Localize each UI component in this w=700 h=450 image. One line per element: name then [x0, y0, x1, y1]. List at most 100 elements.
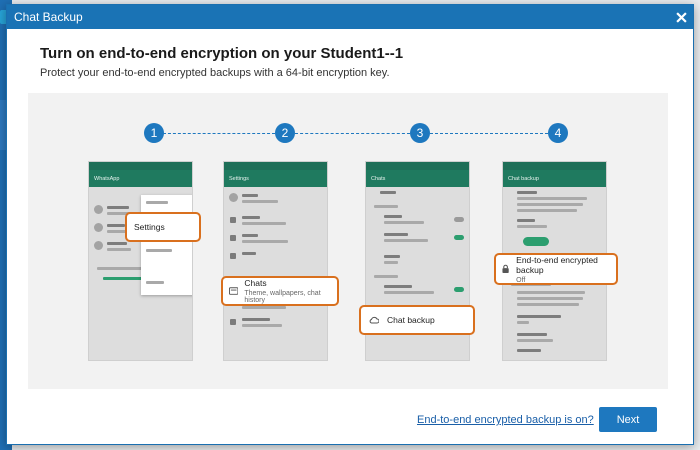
instruction-panel: 1 2 3 4 WhatsApp Settings Settings Chats…	[28, 93, 668, 389]
list-item	[242, 200, 278, 203]
page-title: Turn on end-to-end encryption on your St…	[40, 45, 404, 62]
list-item	[107, 242, 127, 245]
list-item	[384, 239, 428, 242]
toggle-switch	[454, 217, 464, 222]
phone-status-bar	[503, 162, 606, 170]
toggle-switch	[454, 235, 464, 240]
chat-backup-callout: Chat backup	[359, 305, 475, 335]
avatar	[229, 193, 238, 202]
step-connector	[295, 133, 410, 134]
list-item	[384, 261, 398, 264]
avatar	[94, 241, 103, 250]
list-item	[384, 221, 424, 224]
callout-subtitle: Off	[516, 276, 526, 284]
menu-item	[146, 281, 164, 284]
list-item	[242, 252, 256, 255]
list-item	[517, 291, 585, 294]
list-item	[517, 219, 535, 222]
list-item	[97, 267, 147, 270]
list-item	[384, 285, 412, 288]
list-item	[517, 333, 547, 336]
phone-status-bar	[366, 162, 469, 170]
phone-body	[224, 187, 327, 360]
phone-status-bar	[224, 162, 327, 170]
back-up-button	[523, 237, 549, 246]
list-item	[517, 203, 583, 206]
phone-app-title: Chats	[371, 175, 386, 182]
list-item	[517, 209, 577, 212]
chat-icon	[229, 287, 239, 295]
phone-screenshot-whatsapp: WhatsApp	[88, 161, 193, 361]
list-item	[242, 324, 282, 327]
list-item	[517, 297, 583, 300]
toggle-switch	[454, 287, 464, 292]
chats-callout: Chats Theme, wallpapers, chat history	[221, 276, 339, 306]
list-item	[517, 339, 553, 342]
list-item	[242, 222, 286, 225]
phone-screenshot-settings: Settings	[223, 161, 328, 361]
step-1-badge: 1	[144, 123, 164, 143]
list-item	[242, 240, 288, 243]
list-item	[517, 315, 561, 318]
list-item	[374, 275, 398, 278]
step-connector	[430, 133, 548, 134]
chat-backup-dialog: Chat Backup Turn on end-to-end encryptio…	[6, 4, 694, 445]
list-item	[242, 234, 258, 237]
close-button[interactable]	[669, 5, 693, 29]
list-item	[242, 194, 258, 197]
list-item	[242, 318, 270, 321]
list-item	[517, 321, 529, 324]
lock-icon	[502, 264, 509, 274]
key-icon	[230, 217, 236, 223]
list-item	[517, 349, 541, 352]
list-item	[380, 191, 396, 194]
list-item	[374, 205, 398, 208]
settings-callout: Settings	[125, 212, 201, 242]
menu-item	[146, 201, 168, 204]
step-4-badge: 4	[548, 123, 568, 143]
callout-title: End-to-end encrypted backup	[516, 254, 598, 275]
close-icon	[675, 11, 687, 23]
data-icon	[230, 319, 236, 325]
list-item	[517, 303, 579, 306]
list-item	[242, 306, 286, 309]
overflow-menu	[141, 195, 192, 295]
step-3-badge: 3	[410, 123, 430, 143]
list-item	[517, 225, 547, 228]
phone-app-bar: WhatsApp	[89, 170, 192, 187]
callout-title: Chats	[244, 278, 267, 288]
list-item	[384, 233, 408, 236]
callout-subtitle: Theme, wallpapers, chat history	[244, 290, 321, 304]
phone-app-bar: Settings	[224, 170, 327, 187]
step-connector	[163, 133, 275, 134]
page-subtitle: Protect your end-to-end encrypted backup…	[40, 67, 390, 79]
list-item	[384, 291, 434, 294]
list-item	[517, 197, 587, 200]
phone-app-title: Chat backup	[508, 175, 539, 182]
list-item	[242, 216, 260, 219]
phone-status-bar	[89, 162, 192, 170]
dialog-title: Chat Backup	[14, 10, 83, 24]
list-item	[517, 191, 537, 194]
phone-app-bar: Chats	[366, 170, 469, 187]
callout-label: Chat backup	[387, 315, 435, 325]
dialog-titlebar: Chat Backup	[7, 5, 693, 29]
step-2-badge: 2	[275, 123, 295, 143]
encrypted-backup-callout: End-to-end encrypted backup Off	[494, 253, 618, 285]
list-item	[384, 255, 400, 258]
menu-item	[146, 249, 172, 252]
phone-app-title: Settings	[229, 175, 249, 182]
phone-app-title: WhatsApp	[94, 175, 120, 182]
avatar	[94, 205, 103, 214]
list-item	[107, 224, 125, 227]
next-button[interactable]: Next	[599, 407, 657, 432]
phone-app-bar: Chat backup	[503, 170, 606, 187]
list-item	[107, 248, 131, 251]
cloud-icon	[369, 316, 379, 324]
avatar	[94, 223, 103, 232]
lock-icon	[230, 235, 236, 241]
callout-label: Settings	[134, 222, 165, 232]
list-item	[384, 215, 402, 218]
encrypted-backup-on-link[interactable]: End-to-end encrypted backup is on?	[417, 414, 594, 426]
list-item	[107, 206, 129, 209]
